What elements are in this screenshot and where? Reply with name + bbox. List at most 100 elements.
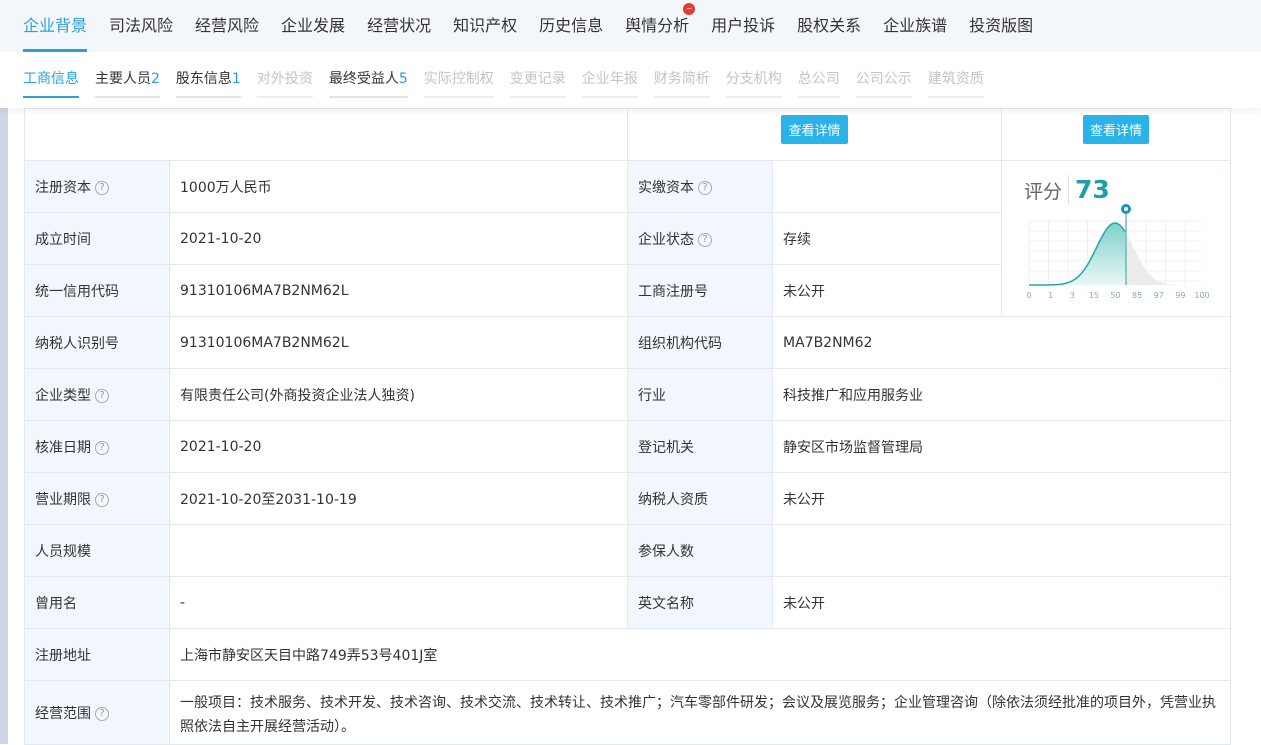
help-icon[interactable]: ? bbox=[95, 180, 109, 195]
table-row: 核准日期? 2021-10-20 登记机关 静安区市场监督管理局 bbox=[24, 420, 1231, 473]
help-icon[interactable]: ? bbox=[95, 440, 109, 455]
label-text: 实缴资本 bbox=[638, 179, 694, 196]
tab-equity[interactable]: 股权关系 bbox=[797, 0, 861, 52]
subtab-2[interactable]: 股东信息1 bbox=[175, 52, 241, 98]
tab-judicial-risk[interactable]: 司法风险 bbox=[109, 0, 173, 52]
help-icon[interactable]: ? bbox=[698, 180, 712, 195]
field-label: 核准日期? bbox=[24, 420, 170, 473]
field-label: 登记机关 bbox=[627, 420, 773, 473]
field-label: 曾用名 bbox=[24, 576, 170, 629]
label-text: 统一信用代码 bbox=[35, 283, 119, 300]
label-text: 企业状态 bbox=[638, 231, 694, 248]
subtab-label: 股东信息 bbox=[175, 71, 232, 87]
score-distribution-chart: 0 1 3 15 50 85 97 99 100 bbox=[1026, 204, 1210, 300]
label-text: 营业期限 bbox=[35, 491, 91, 508]
tab-operating-risk[interactable]: 经营风险 bbox=[195, 0, 259, 52]
tab-complaints[interactable]: 用户投诉 bbox=[711, 0, 775, 52]
tab-ip[interactable]: 知识产权 bbox=[453, 0, 517, 52]
subtab-label: 实际控制权 bbox=[423, 71, 494, 87]
field-value: 1000万人民币 bbox=[169, 160, 628, 213]
subtab-count: 2 bbox=[151, 71, 160, 87]
subtab-label: 对外投资 bbox=[256, 71, 313, 87]
view-detail-button[interactable]: 查看详情 bbox=[781, 115, 848, 144]
score-area bbox=[1029, 223, 1126, 285]
subtab-8[interactable]: 财务简析 bbox=[653, 52, 710, 98]
field-label: 纳税人资质 bbox=[627, 472, 773, 525]
tab-company-background[interactable]: 企业背景 bbox=[23, 0, 88, 52]
help-icon[interactable]: ? bbox=[698, 232, 712, 247]
field-label: 经营范围? bbox=[24, 680, 170, 745]
field-value: 存续 bbox=[772, 212, 1002, 265]
subtab-label: 分支机构 bbox=[725, 71, 782, 87]
subtab-6[interactable]: 变更记录 bbox=[509, 52, 566, 98]
subtab-4[interactable]: 最终受益人5 bbox=[328, 52, 408, 98]
subtab-0[interactable]: 工商信息 bbox=[23, 52, 79, 98]
top-nav: 企业背景 司法风险 经营风险 企业发展 经营状况 知识产权 历史信息 舆情分析 ~… bbox=[0, 0, 1261, 52]
label-text: 经营范围 bbox=[35, 705, 91, 722]
field-value bbox=[169, 524, 628, 577]
field-label: 纳税人识别号 bbox=[24, 316, 170, 369]
field-label: 实缴资本? bbox=[627, 160, 773, 213]
subtab-label: 工商信息 bbox=[23, 71, 79, 87]
subtab-3[interactable]: 对外投资 bbox=[256, 52, 313, 98]
field-value: 未公开 bbox=[772, 576, 1231, 629]
label-text: 参保人数 bbox=[638, 543, 694, 560]
detail-cell: 查看详情 bbox=[627, 108, 1002, 161]
table-row: 企业类型? 有限责任公司(外商投资企业法人独资) 行业 科技推广和应用服务业 bbox=[24, 368, 1231, 421]
subtab-label: 公司公示 bbox=[855, 71, 912, 87]
field-label: 企业状态? bbox=[627, 212, 773, 265]
label-text: 曾用名 bbox=[35, 595, 77, 612]
field-label: 英文名称 bbox=[627, 576, 773, 629]
field-value: 2021-10-20 bbox=[169, 420, 628, 473]
label-text: 人员规模 bbox=[35, 543, 91, 560]
tab-sentiment[interactable]: 舆情分析 ~ bbox=[625, 0, 696, 52]
subtab-11[interactable]: 公司公示 bbox=[855, 52, 912, 98]
subtab-7[interactable]: 企业年报 bbox=[581, 52, 638, 98]
x-tick-label: 0 bbox=[1026, 291, 1031, 300]
pulse-badge-icon: ~ bbox=[683, 3, 696, 15]
field-value bbox=[772, 160, 1002, 213]
field-label: 营业期限? bbox=[24, 472, 170, 525]
subtab-5[interactable]: 实际控制权 bbox=[423, 52, 494, 98]
table-row: 人员规模 参保人数 bbox=[24, 524, 1231, 577]
view-detail-button[interactable]: 查看详情 bbox=[1082, 115, 1149, 144]
tab-history[interactable]: 历史信息 bbox=[539, 0, 603, 52]
subtab-12[interactable]: 建筑资质 bbox=[927, 52, 984, 98]
subtab-label: 总公司 bbox=[797, 71, 840, 87]
tab-operating-status[interactable]: 经营状况 bbox=[367, 0, 431, 52]
x-tick-label: 99 bbox=[1175, 291, 1185, 300]
field-label: 组织机构代码 bbox=[627, 316, 773, 369]
subtab-count: 1 bbox=[231, 71, 241, 87]
table-row: 曾用名 - 英文名称 未公开 bbox=[24, 576, 1231, 629]
tab-label: 舆情分析 bbox=[625, 16, 690, 35]
subtab-1[interactable]: 主要人员2 bbox=[95, 52, 160, 98]
help-icon[interactable]: ? bbox=[95, 492, 109, 507]
field-value: 科技推广和应用服务业 bbox=[772, 368, 1231, 421]
field-label: 行业 bbox=[627, 368, 773, 421]
detail-cell: 查看详情 bbox=[1001, 108, 1231, 161]
table-row: 经营范围? 一般项目：技术服务、技术开发、技术咨询、技术交流、技术转让、技术推广；… bbox=[24, 680, 1231, 745]
subtab-label: 变更记录 bbox=[509, 71, 566, 87]
help-icon[interactable]: ? bbox=[95, 388, 109, 403]
tab-family-tree[interactable]: 企业族谱 bbox=[883, 0, 947, 52]
field-label: 企业类型? bbox=[24, 368, 170, 421]
tab-investment-map[interactable]: 投资版图 bbox=[969, 0, 1033, 52]
label-text: 纳税人识别号 bbox=[35, 335, 119, 352]
subtab-label: 建筑资质 bbox=[927, 71, 984, 87]
tab-development[interactable]: 企业发展 bbox=[281, 0, 345, 52]
score-panel: 评分 73 0 1 3 15 50 85 97 99 100 bbox=[1001, 160, 1231, 317]
field-value: 有限责任公司(外商投资企业法人独资) bbox=[169, 368, 628, 421]
field-value: - bbox=[169, 576, 628, 629]
subtab-10[interactable]: 总公司 bbox=[797, 52, 840, 98]
label-text: 成立时间 bbox=[35, 231, 91, 248]
address-value: 上海市静安区天目中路749弄53号401J室 bbox=[169, 628, 1231, 681]
field-value: MA7B2NM62 bbox=[772, 316, 1231, 369]
help-icon[interactable]: ? bbox=[95, 706, 109, 721]
empty-cell bbox=[24, 108, 628, 161]
field-value: 91310106MA7B2NM62L bbox=[169, 316, 628, 369]
label-text: 行业 bbox=[638, 387, 666, 404]
field-label: 成立时间 bbox=[24, 212, 170, 265]
subtab-9[interactable]: 分支机构 bbox=[725, 52, 782, 98]
field-value: 未公开 bbox=[772, 264, 1002, 317]
field-value: 未公开 bbox=[772, 472, 1231, 525]
